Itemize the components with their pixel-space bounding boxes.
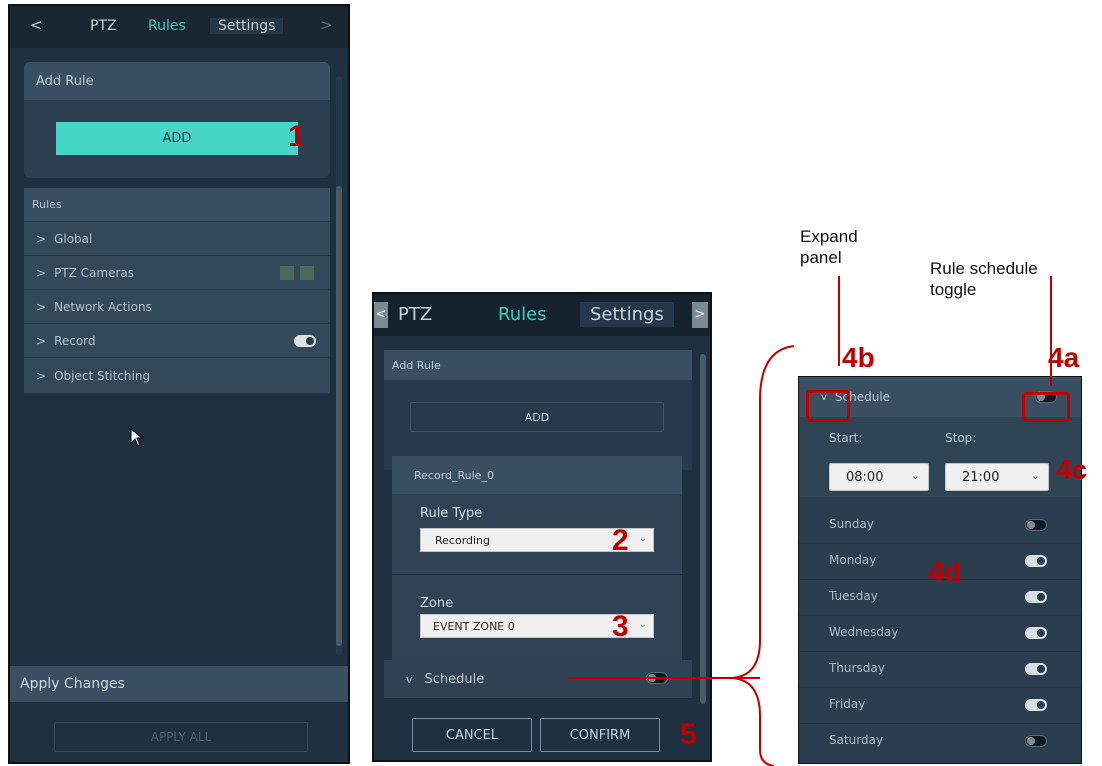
ptz-icon <box>300 266 314 280</box>
annotation-4b: 4b <box>842 342 875 373</box>
highlight-schedule-toggle <box>1022 392 1070 422</box>
tab-bar: < PTZ Rules Settings > <box>10 6 348 48</box>
time-range-section: Start: 08:00 ⌄ Stop: 21:00 ⌄ <box>799 417 1081 497</box>
mouse-cursor-icon <box>130 428 144 447</box>
day-row-friday: Friday <box>799 687 1081 724</box>
rule-group-label: Global <box>54 231 93 246</box>
tab-bar: < PTZ Rules Settings > <box>374 294 710 336</box>
day-label: Thursday <box>829 661 885 675</box>
scrollbar-thumb[interactable] <box>336 186 342 646</box>
day-toggle-wednesday[interactable] <box>1025 627 1047 639</box>
add-rule-title: Add Rule <box>392 358 441 372</box>
chevron-right-icon: > <box>36 299 47 314</box>
apply-all-label: APPLY ALL <box>150 730 212 744</box>
chevron-right-icon: > <box>36 333 47 348</box>
tab-prev-arrow[interactable]: < <box>374 302 388 328</box>
day-toggle-friday[interactable] <box>1025 699 1047 711</box>
schedule-label: Schedule <box>424 671 485 687</box>
rules-list: Rules > Global > PTZ Cameras > Network A… <box>24 188 330 398</box>
leader-line-expand <box>838 276 840 366</box>
tab-next-arrow[interactable]: > <box>692 302 708 328</box>
chevron-down-icon: v <box>406 672 413 686</box>
start-label: Start: <box>829 431 863 445</box>
annotation-4c: 4c <box>1056 454 1088 485</box>
rule-schedule-toggle-caption: Rule schedule toggle <box>930 258 1038 300</box>
day-label: Saturday <box>829 733 884 747</box>
record-toggle[interactable] <box>294 335 316 347</box>
chevron-down-icon: ⌄ <box>910 469 920 482</box>
rule-type-value: Recording <box>435 533 491 547</box>
add-rule-header: Add Rule <box>24 62 330 100</box>
rules-header: Rules <box>24 188 330 222</box>
rule-group-label: Record <box>54 333 96 348</box>
rule-schedule-toggle-line1: Rule schedule <box>930 259 1038 278</box>
day-label: Sunday <box>829 517 874 531</box>
day-row-wednesday: Wednesday <box>799 615 1081 652</box>
zone-value: EVENT ZONE 0 <box>433 619 515 633</box>
tab-settings[interactable]: Settings <box>580 302 674 327</box>
annotation-4d: 4d <box>928 556 961 587</box>
day-toggle-thursday[interactable] <box>1025 663 1047 675</box>
apply-changes-header: Apply Changes <box>10 666 348 702</box>
day-toggle-saturday[interactable] <box>1025 735 1047 747</box>
highlight-expand-chevron <box>806 390 850 422</box>
rule-group-network-actions[interactable]: > Network Actions <box>24 290 330 324</box>
expand-panel-caption: Expand panel <box>800 226 858 268</box>
day-toggle-monday[interactable] <box>1025 555 1047 567</box>
rule-group-global[interactable]: > Global <box>24 222 330 256</box>
rule-group-record[interactable]: > Record <box>24 324 330 358</box>
add-rule-title: Add Rule <box>36 73 94 89</box>
tab-settings[interactable]: Settings <box>210 18 284 34</box>
day-row-saturday: Saturday <box>799 723 1081 759</box>
add-button[interactable]: ADD <box>56 122 298 155</box>
expand-panel-line2: panel <box>800 248 842 267</box>
stop-time-value: 21:00 <box>962 469 1000 485</box>
add-button-label: ADD <box>162 131 192 146</box>
rule-group-ptz-cameras[interactable]: > PTZ Cameras <box>24 256 330 290</box>
rule-schedule-toggle-line2: toggle <box>930 280 977 299</box>
day-label: Friday <box>829 697 866 711</box>
cancel-label: CANCEL <box>445 727 499 743</box>
apply-changes-title: Apply Changes <box>20 676 125 692</box>
expand-panel-line1: Expand <box>800 227 858 246</box>
stop-label: Stop: <box>945 431 977 445</box>
rule-type-label: Rule Type <box>420 506 483 521</box>
connector-bracket <box>568 345 795 766</box>
chevron-right-icon: > <box>36 368 47 383</box>
rule-group-label: Object Stitching <box>54 368 151 383</box>
start-time-select[interactable]: 08:00 ⌄ <box>829 463 929 491</box>
rule-group-object-stitching[interactable]: > Object Stitching <box>24 358 330 394</box>
rule-group-label: PTZ Cameras <box>54 265 135 280</box>
tab-ptz[interactable]: PTZ <box>90 18 117 34</box>
chevron-down-icon: ⌄ <box>1030 469 1040 482</box>
tab-ptz[interactable]: PTZ <box>398 304 432 325</box>
ptz-icon <box>280 266 294 280</box>
day-label: Tuesday <box>829 589 878 603</box>
rule-group-label: Network Actions <box>54 299 152 314</box>
stop-time-select[interactable]: 21:00 ⌄ <box>945 463 1049 491</box>
chevron-right-icon: > <box>36 231 47 246</box>
tab-rules[interactable]: Rules <box>498 304 547 325</box>
annotation-1: 1 <box>288 120 305 153</box>
day-row-thursday: Thursday <box>799 651 1081 688</box>
cancel-button[interactable]: CANCEL <box>412 718 532 752</box>
day-toggle-tuesday[interactable] <box>1025 591 1047 603</box>
left-rules-panel: < PTZ Rules Settings > Add Rule ADD Rule… <box>8 4 350 764</box>
tab-next-arrow[interactable]: > <box>320 16 333 34</box>
day-label: Wednesday <box>829 625 899 639</box>
tab-rules[interactable]: Rules <box>148 18 186 34</box>
chevron-right-icon: > <box>36 265 47 280</box>
start-time-value: 08:00 <box>846 469 884 485</box>
annotation-4a: 4a <box>1048 342 1080 373</box>
tab-prev-arrow[interactable]: < <box>30 16 43 34</box>
zone-label: Zone <box>420 596 454 611</box>
day-label: Monday <box>829 553 877 567</box>
apply-all-button[interactable]: APPLY ALL <box>54 722 308 752</box>
add-rule-section: Add Rule ADD <box>24 62 330 178</box>
add-button-label: ADD <box>524 410 550 424</box>
rules-header-label: Rules <box>32 198 62 211</box>
rule-name: Record_Rule_0 <box>414 468 494 482</box>
day-toggle-sunday[interactable] <box>1025 519 1047 531</box>
day-row-sunday: Sunday <box>799 507 1081 544</box>
